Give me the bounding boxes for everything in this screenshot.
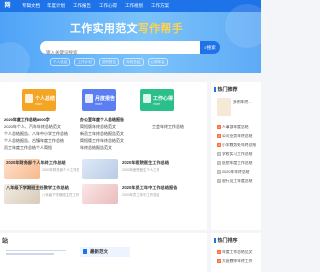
hero-title-accent: 写作帮手	[137, 23, 184, 35]
category-card-personal-summary[interactable]: 个人总结 more	[22, 89, 56, 111]
article-link[interactable]: 简短版年终总结范文	[80, 124, 148, 130]
nav-item-experience[interactable]: 工作心得	[99, 0, 117, 12]
hot-tag[interactable]: 个人总结	[50, 58, 71, 66]
recommend-summary: 2020年医院医生个人工作总结，一年以...	[122, 168, 159, 172]
list-icon	[83, 249, 87, 254]
sidebar-hot-title: 热门推荐	[214, 86, 238, 93]
latest-tab[interactable]: 最新范文	[80, 247, 130, 257]
article-link[interactable]: 个人总结报告、古镇年度工作总结	[4, 138, 74, 144]
sidebar-rank-title: 热门排序	[214, 237, 238, 244]
recommend-title[interactable]: 八年级下学期班主任教学工作总结	[6, 185, 69, 191]
hot-search-tags: 个人总结 工作计划 述职报告 年终总结 心得体会	[50, 58, 220, 66]
card-label: 个人总结	[35, 96, 56, 102]
rank-item[interactable]: 1 年度工作总结范文	[217, 250, 261, 255]
article-link[interactable]: 员工年度工作总结个人简短	[4, 145, 74, 151]
article-thumbnail[interactable]	[82, 184, 118, 204]
recommend-title[interactable]: 2020年员工年中工作总结报告	[122, 185, 177, 191]
rank-number: 2	[217, 259, 221, 263]
hot-tag[interactable]: 心得体会	[147, 58, 168, 66]
search-box	[40, 41, 200, 59]
rank-number: 1	[217, 250, 221, 254]
nav-item-planning[interactable]: 工作规划	[125, 0, 143, 12]
report-icon	[85, 94, 93, 103]
recommend-summary: 2020年员工年中工作总结报告范文...	[122, 193, 159, 197]
nav-item-annual-plan[interactable]: 年度计划	[47, 0, 65, 12]
search-button-label: 搜索	[206, 45, 216, 50]
hot-item[interactable]: 4 学校实习工作总结	[217, 152, 261, 157]
hero-title: 工作实用范文写作帮手	[70, 20, 210, 36]
article-link[interactable]: 个人总结报告、八年中小学工作总结	[4, 131, 74, 137]
card-more: more	[35, 102, 43, 106]
category-card-monthly-report[interactable]: 月度报告 more	[82, 89, 116, 111]
article-link[interactable]: 简短版工作年终总结范文	[80, 138, 148, 144]
latest-tab-label: 最新范文	[90, 249, 108, 254]
hot-tag[interactable]: 工作计划	[74, 58, 95, 66]
hero-title-main: 工作实用范文	[70, 23, 138, 35]
hot-item[interactable]: 3 小学教务处年终总结	[217, 143, 261, 148]
hot-tag[interactable]: 述职报告	[98, 58, 120, 66]
search-button[interactable]: ⌕搜索	[200, 41, 220, 54]
rank-number: 2	[217, 134, 221, 138]
rank-number: 1	[217, 125, 221, 129]
recommend-summary: 2020年财务部个人工作总结范文，对于...	[42, 168, 79, 172]
rank-number: 3	[217, 143, 221, 147]
recommend-title[interactable]: 2020年财务部个人年终工作总结	[6, 160, 66, 166]
site-logo[interactable]: 网	[0, 0, 15, 12]
hero-decoration	[0, 42, 30, 82]
card-more: more	[153, 102, 161, 106]
section-title: 站	[2, 239, 9, 245]
article-thumbnail[interactable]	[82, 159, 118, 179]
nav-item-special[interactable]: 专辑文档	[22, 0, 40, 12]
hot-tag[interactable]: 年终总结	[123, 58, 144, 66]
category-card-experience[interactable]: 工作心得 more	[140, 89, 174, 111]
rank-number: 5	[217, 161, 221, 165]
article-link[interactable]: 2020年度工作总结8000字	[4, 117, 74, 123]
featured-title[interactable]: 多例年终…	[233, 100, 261, 105]
hot-item[interactable]: 5 医院年度工作总结	[217, 161, 261, 166]
notebook-icon	[143, 94, 151, 103]
placeholder-lines	[6, 250, 66, 257]
hot-item[interactable]: 6 2020年年终总结	[217, 170, 261, 175]
article-link[interactable]: 年终总结报告范文	[80, 145, 148, 151]
rank-number: 6	[217, 170, 221, 174]
rank-number: 4	[217, 152, 221, 156]
card-label: 月度报告	[95, 96, 116, 102]
rank-number: 7	[217, 179, 221, 183]
hot-item[interactable]: 7 银行员工年度总结	[217, 179, 261, 184]
recommend-title[interactable]: 2020年医院医生工作总结	[122, 160, 169, 166]
document-icon	[25, 94, 33, 103]
rank-item[interactable]: 2 大班教师年终工作	[217, 259, 261, 264]
article-link[interactable]: 新员工年终总结报告范文	[80, 131, 148, 137]
article-link[interactable]: 办公室年度个人总结报告	[80, 117, 148, 123]
featured-thumbnail[interactable]	[217, 98, 231, 116]
article-link[interactable]: 工会年终工作总结	[152, 124, 204, 130]
hot-item[interactable]: 1 人事部年度总结	[217, 125, 261, 130]
hot-item[interactable]: 2 公司业务年终总结	[217, 134, 261, 139]
card-label: 工作心得	[153, 96, 174, 102]
nav-item-work-report[interactable]: 工作报告	[73, 0, 91, 12]
top-nav-bar: 网 专辑文档 年度计划 工作报告 工作心得 工作规划 工作方案	[0, 0, 261, 12]
recommend-summary: 八年级下学期班主任工作总结...	[42, 193, 79, 197]
nav-item-proposal[interactable]: 工作方案	[151, 0, 169, 12]
card-more: more	[95, 102, 103, 106]
article-link[interactable]: 2020年个人、汽车年终总结范文	[4, 124, 74, 130]
hero-decoration	[225, 4, 269, 48]
